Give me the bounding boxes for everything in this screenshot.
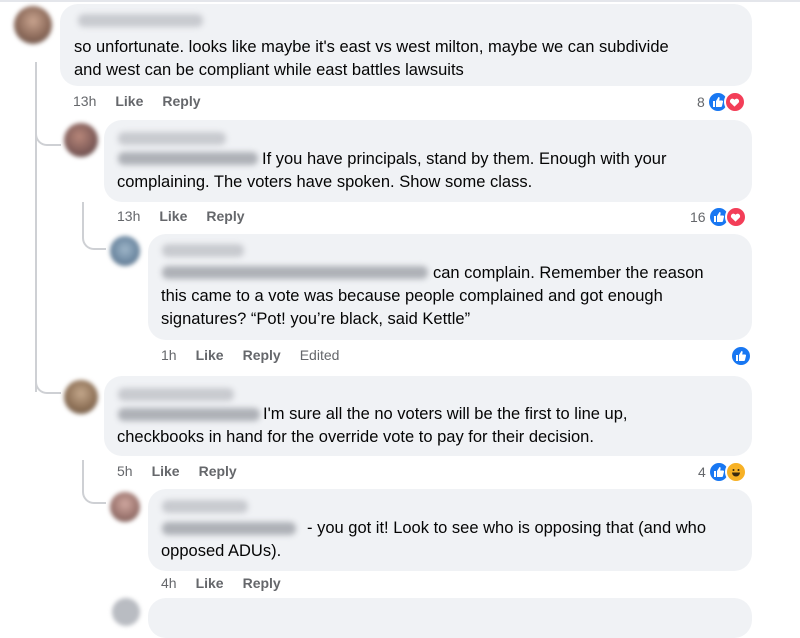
- comment-bubble: so unfortunate. looks like maybe it's ea…: [60, 4, 752, 86]
- comment-bubble: [148, 598, 752, 638]
- comment-actions: 13h Like Reply: [117, 208, 245, 224]
- comment-bubble: - you got it! Look to see who is opposin…: [148, 489, 752, 571]
- reaction-summary[interactable]: 4: [698, 461, 747, 483]
- comment-text: so unfortunate. looks like maybe it's ea…: [74, 38, 669, 79]
- author-name-redacted[interactable]: [162, 244, 244, 257]
- reply-button[interactable]: Reply: [206, 208, 244, 224]
- author-name-redacted[interactable]: [118, 388, 234, 401]
- avatar[interactable]: [112, 598, 140, 626]
- comment-bubble: can complain. Remember the reason this c…: [148, 234, 752, 340]
- comment-text: can complain. Remember the reason this c…: [161, 264, 704, 328]
- avatar[interactable]: [64, 123, 98, 157]
- reply-button[interactable]: Reply: [243, 347, 281, 363]
- like-reaction-icon: [730, 345, 752, 367]
- reaction-count: 8: [697, 94, 705, 110]
- reaction-summary[interactable]: 8: [697, 91, 746, 113]
- author-name-redacted[interactable]: [118, 132, 226, 145]
- like-button[interactable]: Like: [196, 347, 224, 363]
- thread-line-main: [35, 62, 37, 392]
- reaction-count: 16: [690, 209, 706, 225]
- top-divider: [0, 0, 800, 2]
- haha-reaction-icon: [724, 461, 747, 483]
- like-button[interactable]: Like: [196, 575, 224, 591]
- thread-connector: [82, 226, 106, 250]
- author-name-redacted[interactable]: [78, 14, 203, 27]
- author-name-redacted[interactable]: [162, 500, 248, 513]
- comment-bubble: I'm sure all the no voters will be the f…: [104, 376, 752, 456]
- reply-button[interactable]: Reply: [243, 575, 281, 591]
- comment-text: - you got it! Look to see who is opposin…: [161, 519, 706, 560]
- like-button[interactable]: Like: [115, 93, 143, 109]
- comment-text: If you have principals, stand by them. E…: [117, 150, 667, 191]
- comment-actions: 13h Like Reply: [73, 93, 201, 109]
- timestamp[interactable]: 13h: [117, 208, 140, 224]
- timestamp[interactable]: 1h: [161, 347, 177, 363]
- reaction-summary[interactable]: [730, 345, 752, 367]
- reaction-count: 4: [698, 464, 706, 480]
- comment-actions: 5h Like Reply: [117, 463, 237, 479]
- thread-connector: [35, 368, 61, 394]
- thread-connector: [35, 120, 61, 146]
- comment-actions: 4h Like Reply: [161, 575, 281, 591]
- comment-text: I'm sure all the no voters will be the f…: [117, 405, 628, 446]
- timestamp[interactable]: 13h: [73, 93, 96, 109]
- timestamp[interactable]: 4h: [161, 575, 177, 591]
- timestamp[interactable]: 5h: [117, 463, 133, 479]
- edited-label[interactable]: Edited: [300, 347, 340, 363]
- love-reaction-icon: [724, 206, 747, 228]
- avatar[interactable]: [110, 492, 140, 522]
- comment-bubble: If you have principals, stand by them. E…: [104, 120, 752, 202]
- avatar[interactable]: [64, 380, 98, 414]
- like-button[interactable]: Like: [159, 208, 187, 224]
- reply-button[interactable]: Reply: [199, 463, 237, 479]
- reply-button[interactable]: Reply: [162, 93, 200, 109]
- avatar[interactable]: [14, 6, 52, 44]
- thread-connector: [82, 480, 106, 504]
- like-button[interactable]: Like: [152, 463, 180, 479]
- reaction-summary[interactable]: 16: [690, 206, 747, 228]
- love-reaction-icon: [723, 91, 746, 113]
- avatar[interactable]: [110, 236, 140, 266]
- comment-actions: 1h Like Reply Edited: [161, 347, 339, 363]
